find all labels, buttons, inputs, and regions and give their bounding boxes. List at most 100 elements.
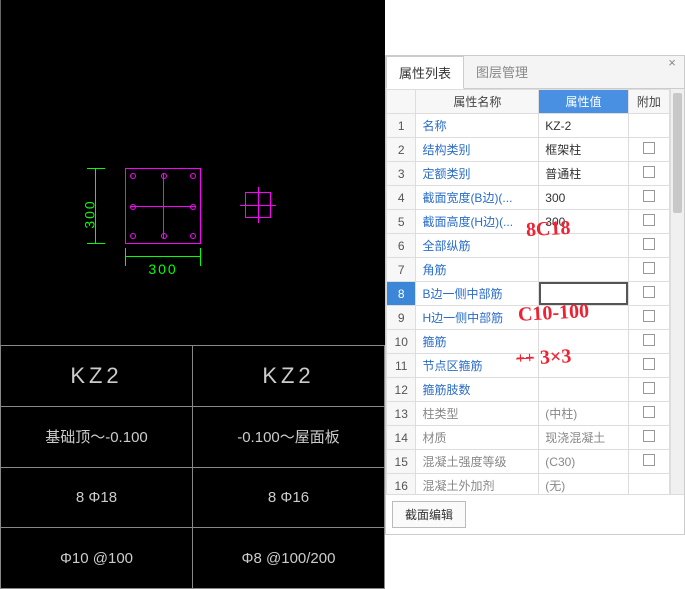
checkbox-icon[interactable]	[643, 358, 655, 370]
prop-value-cell[interactable]	[539, 330, 628, 354]
row-number[interactable]: 8	[387, 282, 416, 306]
prop-extra-cell[interactable]	[628, 426, 669, 450]
prop-extra-cell[interactable]	[628, 114, 669, 138]
prop-value-cell[interactable]: (无)	[539, 474, 628, 495]
header-propvalue[interactable]: 属性值	[539, 90, 628, 114]
prop-extra-cell[interactable]	[628, 378, 669, 402]
prop-name-cell[interactable]: 柱类型	[416, 402, 539, 426]
prop-name-cell[interactable]: 角筋	[416, 258, 539, 282]
section-edit-button[interactable]: 截面编辑	[392, 501, 466, 528]
table-row[interactable]: 16混凝土外加剂(无)	[387, 474, 670, 495]
checkbox-icon[interactable]	[643, 286, 655, 298]
checkbox-icon[interactable]	[643, 454, 655, 466]
scrollbar-thumb[interactable]	[673, 93, 682, 213]
prop-extra-cell[interactable]	[628, 330, 669, 354]
checkbox-icon[interactable]	[643, 334, 655, 346]
prop-value-cell[interactable]	[539, 306, 628, 330]
prop-value-cell[interactable]	[539, 378, 628, 402]
prop-name-cell[interactable]: 全部纵筋	[416, 234, 539, 258]
prop-value-cell[interactable]	[539, 234, 628, 258]
checkbox-icon[interactable]	[643, 382, 655, 394]
table-row[interactable]: 15混凝土强度等级(C30)	[387, 450, 670, 474]
row-number[interactable]: 2	[387, 138, 416, 162]
row-number[interactable]: 13	[387, 402, 416, 426]
prop-extra-cell[interactable]	[628, 186, 669, 210]
table-row[interactable]: 10箍筋	[387, 330, 670, 354]
checkbox-icon[interactable]	[643, 310, 655, 322]
prop-name-cell[interactable]: 名称	[416, 114, 539, 138]
close-icon[interactable]: ×	[664, 55, 680, 71]
prop-extra-cell[interactable]	[628, 354, 669, 378]
prop-value-cell[interactable]: 300	[539, 210, 628, 234]
row-number[interactable]: 3	[387, 162, 416, 186]
row-number[interactable]: 16	[387, 474, 416, 495]
prop-name-cell[interactable]: 混凝土外加剂	[416, 474, 539, 495]
row-number[interactable]: 7	[387, 258, 416, 282]
table-row[interactable]: 1名称KZ-2	[387, 114, 670, 138]
row-number[interactable]: 4	[387, 186, 416, 210]
cad-viewport[interactable]: 300 300 KZ2 基础顶～-0.100 8 Φ18 Φ10 @100 KZ…	[0, 0, 385, 589]
prop-value-cell[interactable]	[539, 354, 628, 378]
prop-extra-cell[interactable]	[628, 258, 669, 282]
row-number[interactable]: 1	[387, 114, 416, 138]
prop-value-cell[interactable]: KZ-2	[539, 114, 628, 138]
prop-extra-cell[interactable]	[628, 282, 669, 306]
table-row[interactable]: 7角筋	[387, 258, 670, 282]
table-row[interactable]: 8B边一侧中部筋	[387, 282, 670, 306]
row-number[interactable]: 14	[387, 426, 416, 450]
prop-name-cell[interactable]: 结构类别	[416, 138, 539, 162]
prop-value-input[interactable]	[539, 282, 627, 305]
cad-drawing-area[interactable]: 300 300	[0, 0, 385, 345]
table-row[interactable]: 13柱类型(中柱)	[387, 402, 670, 426]
prop-extra-cell[interactable]	[628, 402, 669, 426]
checkbox-icon[interactable]	[643, 142, 655, 154]
prop-value-cell[interactable]: 框架柱	[539, 138, 628, 162]
table-row[interactable]: 2结构类别框架柱	[387, 138, 670, 162]
row-number[interactable]: 11	[387, 354, 416, 378]
prop-name-cell[interactable]: 截面高度(H边)(...	[416, 210, 539, 234]
row-number[interactable]: 15	[387, 450, 416, 474]
prop-name-cell[interactable]: 节点区箍筋	[416, 354, 539, 378]
table-row[interactable]: 6全部纵筋	[387, 234, 670, 258]
prop-extra-cell[interactable]	[628, 138, 669, 162]
table-row[interactable]: 9H边一侧中部筋	[387, 306, 670, 330]
row-number[interactable]: 10	[387, 330, 416, 354]
prop-extra-cell[interactable]	[628, 306, 669, 330]
tab-properties[interactable]: 属性列表	[386, 56, 464, 89]
prop-value-cell[interactable]: 普通柱	[539, 162, 628, 186]
row-number[interactable]: 9	[387, 306, 416, 330]
prop-extra-cell[interactable]	[628, 474, 669, 495]
prop-value-cell[interactable]: (C30)	[539, 450, 628, 474]
row-number[interactable]: 12	[387, 378, 416, 402]
prop-name-cell[interactable]: H边一侧中部筋	[416, 306, 539, 330]
tab-layers[interactable]: 图层管理	[464, 56, 540, 88]
prop-name-cell[interactable]: B边一侧中部筋	[416, 282, 539, 306]
prop-name-cell[interactable]: 混凝土强度等级	[416, 450, 539, 474]
prop-extra-cell[interactable]	[628, 234, 669, 258]
table-row[interactable]: 5截面高度(H边)(...300	[387, 210, 670, 234]
vertical-scrollbar[interactable]	[670, 89, 684, 494]
table-row[interactable]: 14材质现浇混凝土	[387, 426, 670, 450]
prop-name-cell[interactable]: 箍筋	[416, 330, 539, 354]
prop-value-cell[interactable]: 300	[539, 186, 628, 210]
prop-value-cell[interactable]: 现浇混凝土	[539, 426, 628, 450]
row-number[interactable]: 5	[387, 210, 416, 234]
table-row[interactable]: 3定额类别普通柱	[387, 162, 670, 186]
checkbox-icon[interactable]	[643, 214, 655, 226]
prop-name-cell[interactable]: 材质	[416, 426, 539, 450]
prop-extra-cell[interactable]	[628, 162, 669, 186]
prop-value-cell[interactable]	[539, 282, 628, 306]
checkbox-icon[interactable]	[643, 238, 655, 250]
prop-value-cell[interactable]: (中柱)	[539, 402, 628, 426]
checkbox-icon[interactable]	[643, 166, 655, 178]
prop-extra-cell[interactable]	[628, 450, 669, 474]
checkbox-icon[interactable]	[643, 430, 655, 442]
prop-name-cell[interactable]: 箍筋肢数	[416, 378, 539, 402]
prop-name-cell[interactable]: 定额类别	[416, 162, 539, 186]
table-row[interactable]: 11节点区箍筋	[387, 354, 670, 378]
checkbox-icon[interactable]	[643, 262, 655, 274]
row-number[interactable]: 6	[387, 234, 416, 258]
prop-value-cell[interactable]	[539, 258, 628, 282]
checkbox-icon[interactable]	[643, 190, 655, 202]
prop-name-cell[interactable]: 截面宽度(B边)(...	[416, 186, 539, 210]
